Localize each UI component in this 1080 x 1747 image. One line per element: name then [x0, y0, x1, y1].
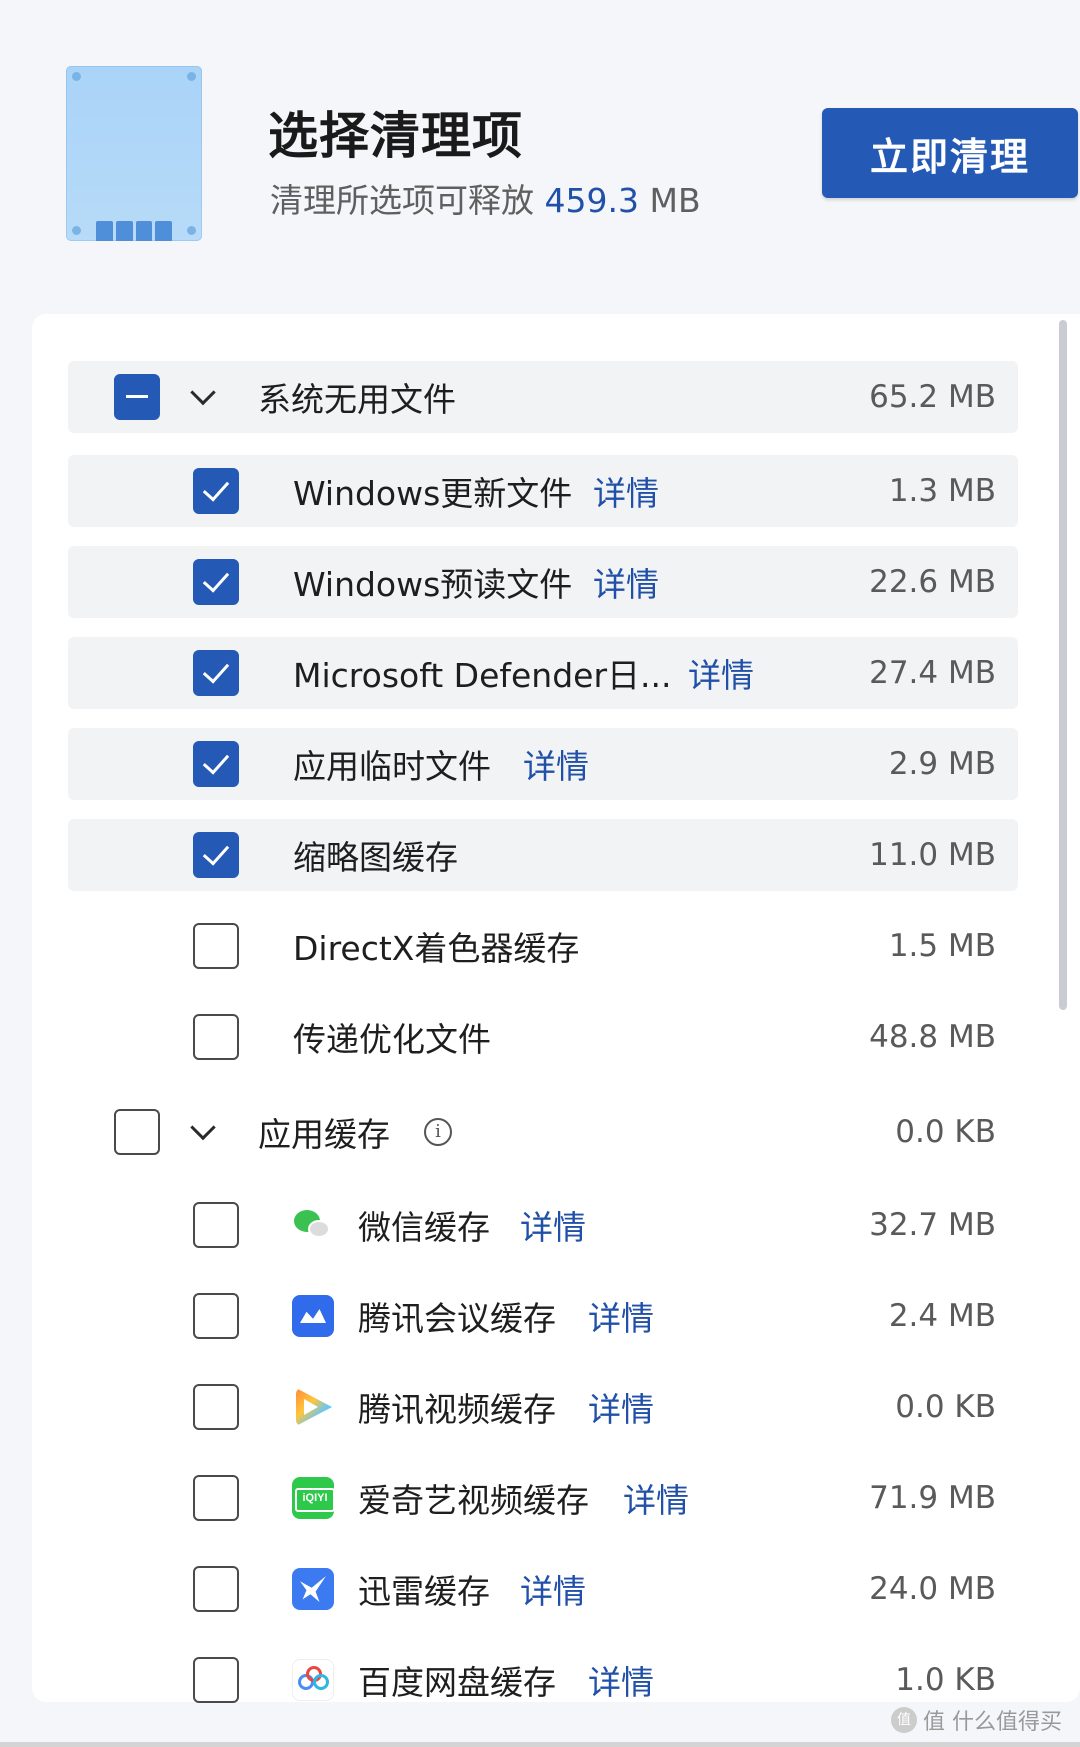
item-label: DirectX着色器缓存: [293, 929, 580, 968]
chevron-down-icon[interactable]: [190, 379, 216, 406]
drive-icon: [66, 66, 202, 241]
item-size: 2.4 MB: [888, 1298, 996, 1334]
item-label: 百度网盘缓存: [358, 1663, 556, 1702]
iqiyi-icon: [292, 1477, 335, 1519]
watermark-text: 值 什么值得买: [923, 1710, 1062, 1735]
watermark: 值 值 什么值得买: [891, 1704, 1062, 1736]
details-link[interactable]: 详情: [520, 1201, 586, 1249]
item-checkbox[interactable]: [193, 650, 239, 696]
list-item[interactable]: Windows预读文件 详情 22.6 MB: [68, 546, 1018, 618]
list-item[interactable]: Microsoft Defender日... 详情 27.4 MB: [68, 637, 1018, 709]
item-size: 24.0 MB: [869, 1571, 996, 1607]
item-checkbox[interactable]: [193, 923, 239, 969]
list-item[interactable]: 迅雷缓存 详情 24.0 MB: [68, 1553, 1018, 1625]
xunlei-icon: [292, 1568, 334, 1610]
details-link[interactable]: 详情: [588, 1383, 654, 1431]
details-link[interactable]: 详情: [623, 1474, 689, 1522]
item-label: 缩略图缓存: [293, 838, 458, 877]
item-checkbox[interactable]: [193, 1384, 239, 1430]
item-size: 0.0 KB: [895, 1389, 996, 1425]
list-item[interactable]: 缩略图缓存 11.0 MB: [68, 819, 1018, 891]
list-item[interactable]: 爱奇艺视频缓存 详情 71.9 MB: [68, 1462, 1018, 1534]
details-link[interactable]: 详情: [588, 1292, 654, 1340]
item-checkbox[interactable]: [193, 468, 239, 514]
group-row-system-junk[interactable]: 系统无用文件 65.2 MB: [68, 361, 1018, 433]
item-label: 腾讯视频缓存: [358, 1390, 556, 1429]
item-label: 微信缓存: [358, 1208, 490, 1247]
item-size: 1.5 MB: [888, 928, 996, 964]
item-checkbox[interactable]: [193, 832, 239, 878]
tencent-video-icon: [292, 1386, 334, 1428]
subtitle-unit: MB: [649, 181, 701, 220]
item-checkbox[interactable]: [193, 1202, 239, 1248]
item-size: 48.8 MB: [869, 1019, 996, 1055]
subtitle-size: 459.3: [544, 181, 639, 220]
item-checkbox[interactable]: [193, 1657, 239, 1703]
item-size: 2.9 MB: [888, 746, 996, 782]
page-subtitle: 清理所选项可释放 459.3 MB: [270, 174, 701, 222]
group-label: 系统无用文件: [258, 380, 456, 419]
item-size: 71.9 MB: [869, 1480, 996, 1516]
baidu-netdisk-icon: [292, 1659, 334, 1701]
item-size: 22.6 MB: [869, 564, 996, 600]
group-checkbox[interactable]: [114, 374, 160, 420]
item-label: 传递优化文件: [293, 1020, 491, 1059]
item-label: Windows更新文件: [293, 474, 573, 513]
item-checkbox[interactable]: [193, 1566, 239, 1612]
item-label: 腾讯会议缓存: [358, 1299, 556, 1338]
list-item[interactable]: 腾讯视频缓存 详情 0.0 KB: [68, 1371, 1018, 1443]
item-size: 1.0 KB: [895, 1662, 996, 1698]
bottom-divider: [0, 1742, 1080, 1747]
info-icon[interactable]: i: [424, 1118, 452, 1146]
group-size: 65.2 MB: [869, 379, 996, 415]
item-size: 32.7 MB: [869, 1207, 996, 1243]
item-checkbox[interactable]: [193, 1475, 239, 1521]
scrollbar[interactable]: [1059, 320, 1067, 1010]
wechat-icon: [292, 1204, 334, 1246]
details-link[interactable]: 详情: [588, 1656, 654, 1704]
item-size: 11.0 MB: [869, 837, 996, 873]
item-size: 27.4 MB: [869, 655, 996, 691]
item-label: Windows预读文件: [293, 565, 573, 604]
item-checkbox[interactable]: [193, 1014, 239, 1060]
subtitle-prefix: 清理所选项可释放: [270, 181, 534, 220]
details-link[interactable]: 详情: [523, 740, 589, 788]
group-label: 应用缓存: [258, 1115, 390, 1154]
list-item[interactable]: 腾讯会议缓存 详情 2.4 MB: [68, 1280, 1018, 1352]
list-item[interactable]: 传递优化文件 48.8 MB: [68, 1001, 1018, 1073]
watermark-logo-icon: 值: [891, 1707, 917, 1733]
list-item[interactable]: Windows更新文件 详情 1.3 MB: [68, 455, 1018, 527]
item-checkbox[interactable]: [193, 1293, 239, 1339]
item-size: 1.3 MB: [888, 473, 996, 509]
list-item[interactable]: 百度网盘缓存 详情 1.0 KB: [68, 1644, 1018, 1716]
group-row-app-cache[interactable]: 应用缓存 i 0.0 KB: [68, 1096, 1018, 1168]
details-link[interactable]: 详情: [593, 467, 659, 515]
tencent-meeting-icon: [292, 1295, 334, 1337]
list-item[interactable]: DirectX着色器缓存 1.5 MB: [68, 910, 1018, 982]
item-label: Microsoft Defender日...: [293, 656, 672, 695]
chevron-down-icon[interactable]: [190, 1114, 216, 1141]
item-label: 迅雷缓存: [358, 1572, 490, 1611]
list-item[interactable]: 微信缓存 详情 32.7 MB: [68, 1189, 1018, 1261]
item-checkbox[interactable]: [193, 559, 239, 605]
item-checkbox[interactable]: [193, 741, 239, 787]
list-item[interactable]: 应用临时文件 详情 2.9 MB: [68, 728, 1018, 800]
details-link[interactable]: 详情: [520, 1565, 586, 1613]
group-size: 0.0 KB: [895, 1114, 996, 1150]
details-link[interactable]: 详情: [688, 649, 754, 697]
page-title: 选择清理项: [268, 107, 523, 165]
group-checkbox[interactable]: [114, 1109, 160, 1155]
item-label: 应用临时文件: [293, 747, 491, 786]
item-label: 爱奇艺视频缓存: [358, 1481, 589, 1520]
details-link[interactable]: 详情: [593, 558, 659, 606]
clean-now-button[interactable]: 立即清理: [822, 108, 1078, 198]
